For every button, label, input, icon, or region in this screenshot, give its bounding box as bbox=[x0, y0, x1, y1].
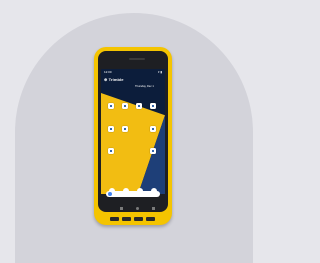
app-icon[interactable] bbox=[108, 126, 114, 132]
status-icons: ▾ ▮ bbox=[158, 70, 162, 74]
back-icon[interactable] bbox=[120, 207, 123, 210]
status-time: 12:00 bbox=[104, 70, 112, 74]
app-icon[interactable] bbox=[150, 126, 156, 132]
google-icon bbox=[108, 192, 112, 196]
status-bar: 12:00 ▾ ▮ bbox=[101, 69, 165, 75]
handheld-device: 12:00 ▾ ▮ ⊕ Trimble Thursday, Dec 1 bbox=[94, 47, 172, 225]
hardware-key[interactable] bbox=[110, 217, 119, 221]
hardware-keys bbox=[110, 216, 156, 222]
device-bezel: 12:00 ▾ ▮ ⊕ Trimble Thursday, Dec 1 bbox=[98, 51, 168, 212]
app-icon[interactable] bbox=[108, 148, 114, 154]
home-icon[interactable] bbox=[136, 207, 139, 210]
brand-logo: ⊕ Trimble bbox=[104, 77, 124, 82]
app-icon[interactable] bbox=[136, 103, 142, 109]
app-icon[interactable] bbox=[150, 148, 156, 154]
hardware-key[interactable] bbox=[134, 217, 143, 221]
hardware-key[interactable] bbox=[122, 217, 131, 221]
search-bar[interactable] bbox=[106, 191, 160, 197]
recents-icon[interactable] bbox=[152, 207, 155, 210]
app-icon[interactable] bbox=[150, 103, 156, 109]
app-icon[interactable] bbox=[108, 103, 114, 109]
hardware-key[interactable] bbox=[146, 217, 155, 221]
device-screen[interactable]: 12:00 ▾ ▮ ⊕ Trimble Thursday, Dec 1 bbox=[101, 69, 165, 194]
app-icon[interactable] bbox=[122, 126, 128, 132]
app-icon[interactable] bbox=[122, 103, 128, 109]
earpiece bbox=[129, 58, 145, 60]
navigation-bar bbox=[102, 206, 172, 212]
date-widget: Thursday, Dec 1 bbox=[135, 85, 154, 88]
